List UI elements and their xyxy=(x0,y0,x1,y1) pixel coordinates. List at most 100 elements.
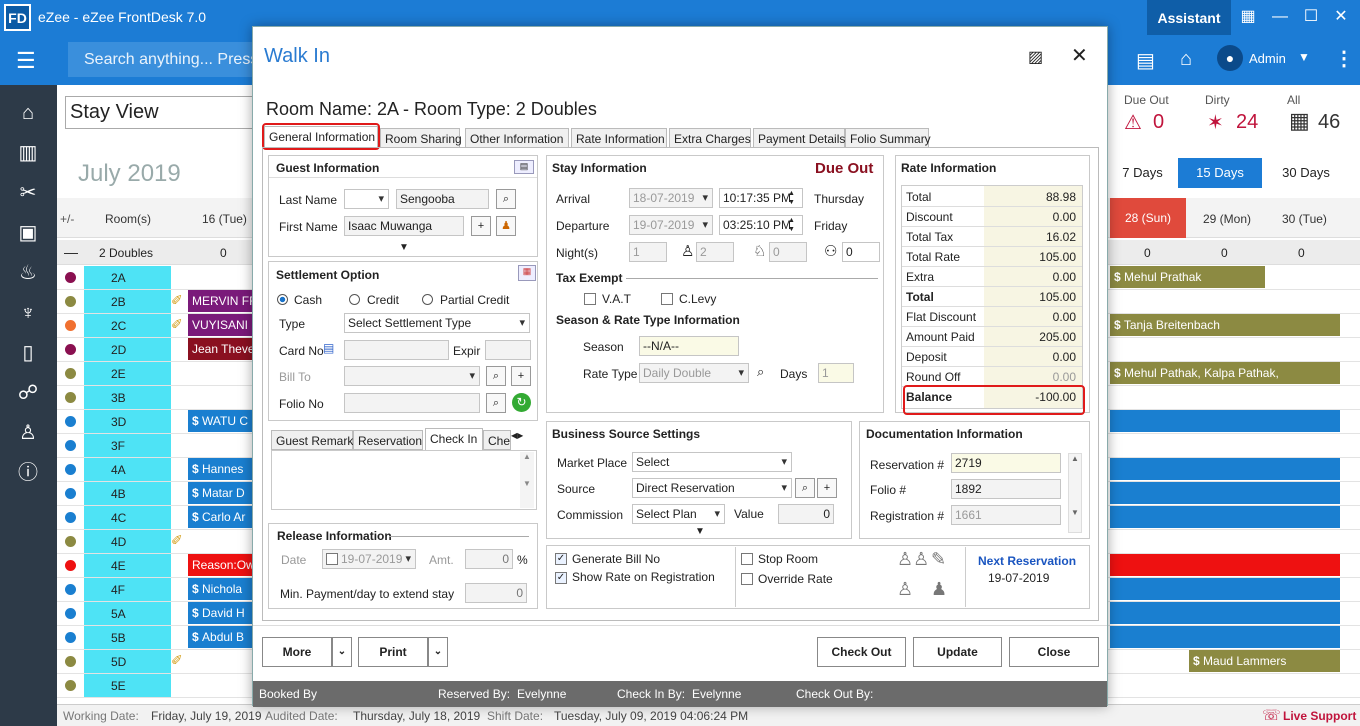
range-15-days[interactable]: 15 Days xyxy=(1178,158,1262,188)
remark-scrollbar[interactable]: ▲ ▼ xyxy=(520,452,534,508)
infants-field[interactable]: 0 xyxy=(842,242,880,262)
remark-textarea[interactable] xyxy=(271,450,537,510)
reservation-bar[interactable] xyxy=(1110,554,1340,576)
reservation-icon[interactable]: ⌂ xyxy=(12,98,44,128)
reservation-bar[interactable]: $ Hannes xyxy=(188,458,254,480)
edit-icon[interactable]: ✎ xyxy=(931,549,946,570)
broom-icon[interactable]: ✐ xyxy=(171,532,183,549)
support-icon[interactable]: ☏ xyxy=(1262,706,1281,724)
broom-icon[interactable]: ✐ xyxy=(171,316,183,333)
id-card-icon[interactable]: ▤ xyxy=(514,160,534,174)
reservation-bar[interactable] xyxy=(1110,506,1340,528)
tab-folio-summary[interactable]: Folio Summary xyxy=(845,128,931,148)
next-reservation-link[interactable]: Next Reservation xyxy=(978,554,1076,568)
market-place-select[interactable]: Select xyxy=(632,452,792,472)
group-icon[interactable]: ♙ xyxy=(897,579,913,600)
guest-database-icon[interactable]: ▣ xyxy=(12,218,44,248)
tab-room-sharing[interactable]: Room Sharing xyxy=(380,128,462,148)
collapse-icon[interactable]: — xyxy=(64,244,78,260)
room-name[interactable]: 2A xyxy=(84,266,171,289)
buildings-icon[interactable]: ⌂ xyxy=(1180,48,1192,71)
reservation-bar[interactable]: $ Abdul B xyxy=(188,626,254,648)
generate-bill-checkbox[interactable]: ✓ xyxy=(555,553,567,565)
expand-icon[interactable]: ▼ xyxy=(399,242,409,253)
stop-room-checkbox[interactable] xyxy=(741,553,753,565)
reservation-bar[interactable]: $ Matar D xyxy=(188,482,254,504)
bill-to-search-icon[interactable]: ⌕ xyxy=(486,366,506,386)
card-no-field[interactable] xyxy=(344,340,449,360)
vat-checkbox[interactable] xyxy=(584,293,596,305)
bill-to-select[interactable] xyxy=(344,366,480,386)
guests-icon[interactable]: ♙♙ xyxy=(897,549,929,570)
expiry-field[interactable] xyxy=(485,340,531,360)
room-name[interactable]: 5A xyxy=(84,602,171,625)
room-name[interactable]: 4C xyxy=(84,506,171,529)
info-icon[interactable]: ⓘ xyxy=(12,458,44,488)
salutation-select[interactable] xyxy=(344,189,389,209)
room-name[interactable]: 4D xyxy=(84,530,171,553)
min-payment-field[interactable]: 0 xyxy=(465,583,527,603)
reservation-bar[interactable]: Reason:Own xyxy=(188,554,254,576)
adults-field[interactable]: 2 xyxy=(696,242,734,262)
maximize-icon[interactable]: ☐ xyxy=(1301,7,1321,27)
last-name-field[interactable]: Sengooba xyxy=(396,189,489,209)
room-name[interactable]: 2D xyxy=(84,338,171,361)
more-options-icon[interactable]: ⋮ xyxy=(1334,46,1354,71)
reservation-bar[interactable]: $ Mehul Prathak xyxy=(1110,266,1265,288)
folio-no-field[interactable] xyxy=(344,393,480,413)
commission-select[interactable]: Select Plan xyxy=(632,504,725,524)
cash-radio[interactable] xyxy=(277,294,288,305)
reservation-bar[interactable]: $ David H xyxy=(188,602,254,624)
room-name[interactable]: 2C xyxy=(84,314,171,337)
range-7-days[interactable]: 7 Days xyxy=(1108,158,1177,188)
avatar[interactable]: ● xyxy=(1217,45,1243,71)
room-name[interactable]: 3F xyxy=(84,434,171,457)
room-name[interactable]: 5B xyxy=(84,626,171,649)
tab-check-out-remark[interactable]: Che xyxy=(483,430,511,450)
broom-icon[interactable]: ✐ xyxy=(171,292,183,309)
rate-search-icon[interactable]: ⌕ xyxy=(757,364,764,380)
housekeeping-icon[interactable]: ♨ xyxy=(12,258,44,288)
chevron-down-icon[interactable]: ▼ xyxy=(1298,50,1310,64)
reservation-bar[interactable]: VUYISANI N xyxy=(188,314,254,336)
reservation-bar[interactable]: $ Maud Lammers xyxy=(1189,650,1340,672)
tab-payment-details[interactable]: Payment Details xyxy=(753,128,845,148)
room-name[interactable]: 4E xyxy=(84,554,171,577)
first-name-field[interactable]: Isaac Muwanga xyxy=(344,216,464,236)
add-icon[interactable]: + xyxy=(471,216,491,236)
reservation-bar[interactable]: MERVIN FRA xyxy=(188,290,254,312)
documentation-scrollbar[interactable]: ▲ ▼ xyxy=(1068,453,1082,533)
staff-icon[interactable]: ♙ xyxy=(12,418,44,448)
source-select[interactable]: Direct Reservation xyxy=(632,478,792,498)
credit-radio[interactable] xyxy=(349,294,360,305)
reservation-bar[interactable] xyxy=(1110,578,1340,600)
tab-other-information[interactable]: Other Information xyxy=(465,128,569,148)
room-name[interactable]: 4B xyxy=(84,482,171,505)
source-search-icon[interactable]: ⌕ xyxy=(795,478,815,498)
documents-icon[interactable]: ▤ xyxy=(1136,48,1155,73)
departure-time-spinner[interactable]: ▲ ▼ xyxy=(788,216,795,234)
reservation-no-field[interactable]: 2719 xyxy=(951,453,1061,473)
minimize-icon[interactable]: — xyxy=(1270,7,1290,27)
door-icon[interactable]: ▯ xyxy=(12,338,44,368)
reservation-bar[interactable] xyxy=(1110,482,1340,504)
arrival-time-spinner[interactable]: ▲ ▼ xyxy=(788,189,795,207)
room-name[interactable]: 2B xyxy=(84,290,171,313)
user-name[interactable]: Admin xyxy=(1249,51,1286,66)
rate-type-select[interactable]: Daily Double xyxy=(639,363,749,383)
restaurant-icon[interactable]: ♆ xyxy=(12,298,44,328)
registration-no-field[interactable]: 1661 xyxy=(951,505,1061,525)
user-edit-icon[interactable]: ♟ xyxy=(931,579,947,600)
settlement-type-select[interactable]: Select Settlement Type xyxy=(344,313,530,333)
release-date-checkbox[interactable] xyxy=(326,553,338,565)
close-button[interactable]: Close xyxy=(1009,637,1099,667)
update-button[interactable]: Update xyxy=(913,637,1002,667)
reservation-bar[interactable]: $ Nichola xyxy=(188,578,254,600)
translate-icon[interactable]: ▨ xyxy=(1028,47,1043,67)
reservation-bar[interactable] xyxy=(1110,602,1340,624)
range-30-days[interactable]: 30 Days xyxy=(1263,158,1349,188)
tab-reservation-remark[interactable]: Reservation xyxy=(353,430,423,450)
reservation-bar[interactable] xyxy=(1110,410,1340,432)
arrival-date-field[interactable]: 18-07-2019 xyxy=(629,188,713,208)
tools-icon[interactable]: ✂ xyxy=(12,178,44,208)
